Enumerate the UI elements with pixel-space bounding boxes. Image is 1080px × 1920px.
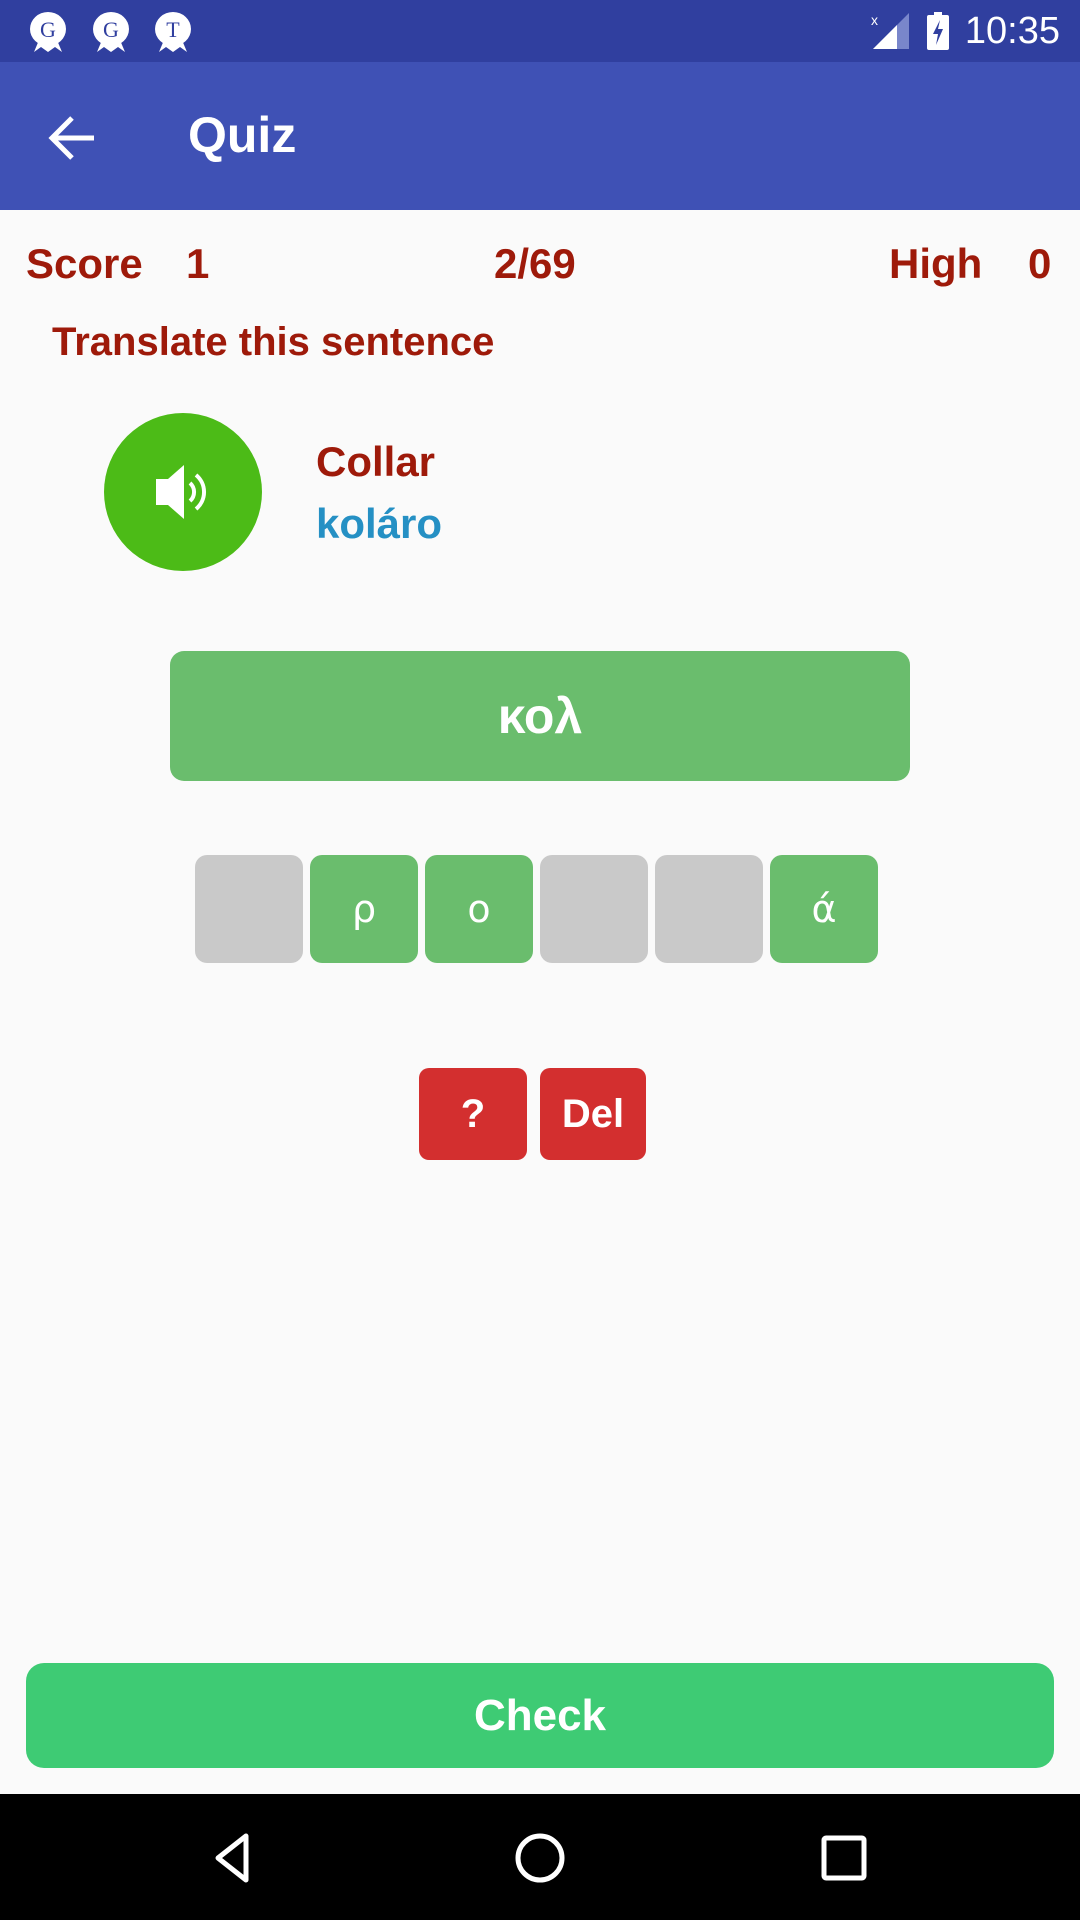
letter-tile[interactable]: ά (770, 855, 878, 963)
notification-app-icon: T (153, 12, 193, 52)
score-label: Score (26, 240, 143, 287)
notification-letter: G (40, 17, 56, 42)
app-bar: Quiz (0, 62, 1080, 210)
letter-tile[interactable] (540, 855, 648, 963)
score-value: 1 (186, 240, 210, 287)
nav-home-icon[interactable] (508, 1826, 572, 1890)
question-progress: 2/69 (494, 240, 576, 287)
check-button[interactable]: Check (26, 1663, 1054, 1768)
status-time: 10:35 (964, 9, 1060, 52)
nav-recents-icon[interactable] (812, 1826, 876, 1890)
status-bar: G G T x 10:35 (0, 0, 1080, 62)
nav-back-icon[interactable] (204, 1826, 268, 1890)
tile-letter: ά (811, 887, 837, 931)
letter-tile[interactable] (655, 855, 763, 963)
notification-letter: T (166, 17, 180, 42)
arrow-back-icon[interactable] (44, 110, 100, 166)
notification-letter: G (103, 17, 119, 42)
notification-app-icon: G (28, 12, 68, 52)
navigation-bar (0, 1794, 1080, 1920)
instruction-text: Translate this sentence (52, 320, 495, 364)
answer-text: κολ (497, 688, 583, 744)
letter-tile[interactable]: ρ (310, 855, 418, 963)
battery-charging-icon (926, 12, 949, 50)
high-score-value: 0 (1028, 240, 1052, 287)
action-buttons: ? Del (419, 1068, 646, 1160)
answer-display: κολ (170, 651, 910, 781)
notification-app-icon: G (91, 12, 131, 52)
high-score-label: High (889, 240, 983, 287)
signal-no-service-icon: x (871, 11, 911, 51)
hint-button[interactable]: ? (419, 1068, 527, 1160)
tile-letter: ρ (351, 887, 377, 931)
delete-button[interactable]: Del (540, 1068, 646, 1160)
play-audio-button[interactable] (104, 413, 262, 571)
volume-up-icon (156, 465, 207, 519)
letter-tiles: ρ ο ά (195, 855, 878, 963)
tile-letter: ο (467, 887, 491, 931)
score-row: Score 1 2/69 High 0 (0, 240, 1080, 300)
page-title: Quiz (188, 107, 297, 163)
letter-tile[interactable]: ο (425, 855, 533, 963)
transliteration: koláro (316, 500, 443, 547)
svg-text:x: x (871, 12, 878, 28)
letter-tile[interactable] (195, 855, 303, 963)
prompt-word: Collar (316, 438, 436, 485)
